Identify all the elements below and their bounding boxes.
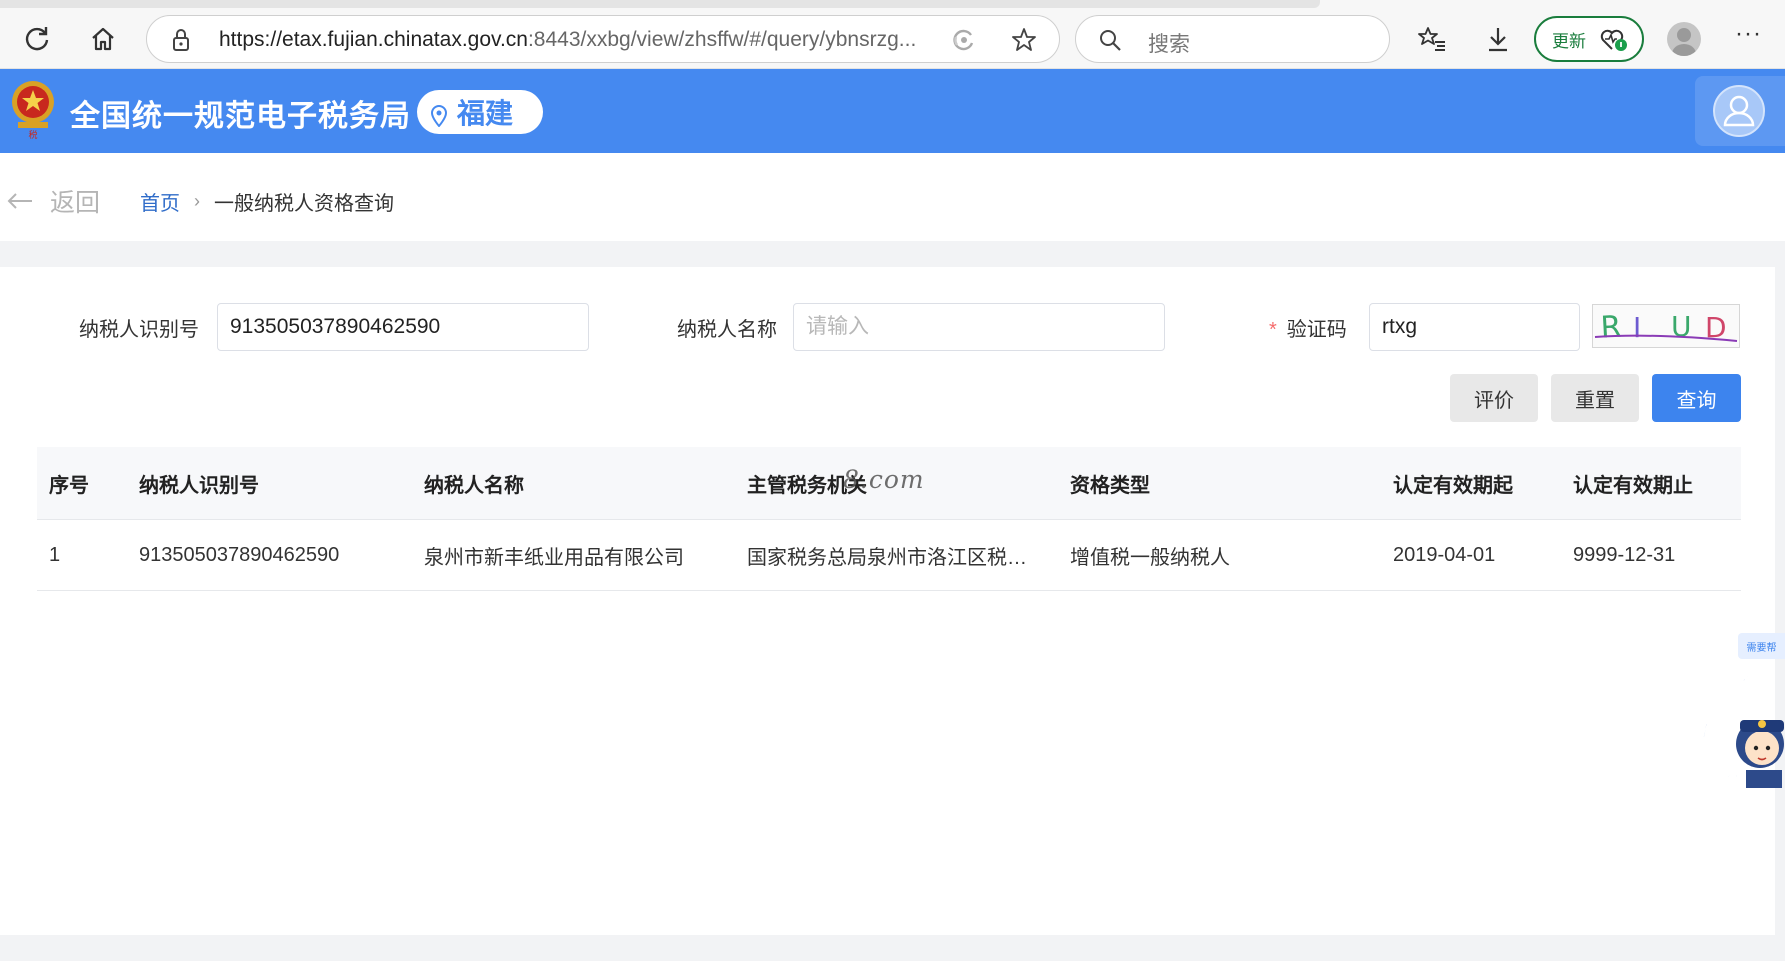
back-label: 返回 [50, 189, 101, 217]
favorite-star-icon[interactable] [1011, 27, 1037, 58]
browser-search-box[interactable]: 搜索 [1075, 15, 1390, 63]
address-bar[interactable]: https://etax.fujian.chinatax.gov.cn:8443… [146, 15, 1060, 63]
user-account-area[interactable] [1695, 76, 1785, 146]
col-header-taxpayer-name: 纳税人名称 [424, 474, 524, 497]
taxpayer-name-label: 纳税人名称 [677, 319, 777, 341]
col-header-qualification-type: 资格类型 [1070, 474, 1150, 497]
browser-toolbar: https://etax.fujian.chinatax.gov.cn:8443… [0, 0, 1785, 69]
taxpayer-id-label: 纳税人识别号 [79, 319, 199, 341]
url-text[interactable]: https://etax.fujian.chinatax.gov.cn:8443… [219, 28, 916, 52]
taxpayer-name-input[interactable]: 请输入 [793, 303, 1165, 351]
captcha-label: 验证码 [1286, 319, 1347, 341]
lock-icon[interactable] [171, 28, 191, 57]
arrow-left-icon [7, 193, 32, 209]
col-header-valid-to: 认定有效期止 [1573, 474, 1693, 497]
region-label: 福建 [457, 98, 514, 129]
tax-interaction-helper[interactable]: 征 纳 互 动 [1698, 664, 1785, 790]
cell-qualification-type: 增值税一般纳税人 [1070, 546, 1230, 569]
evaluate-button[interactable]: 评价 [1450, 374, 1538, 422]
breadcrumb-home-link[interactable]: 首页 [140, 187, 180, 216]
site-title: 全国统一规范电子税务局 [70, 100, 411, 133]
svg-text:I: I [1633, 311, 1641, 344]
cell-valid-to: 9999-12-31 [1573, 543, 1676, 566]
helper-char-dong: 动 [1716, 754, 1740, 782]
region-selector[interactable]: 福建 [417, 90, 543, 134]
health-heart-icon [1600, 28, 1628, 57]
cell-taxpayer-id: 913505037890462590 [139, 543, 340, 566]
page-bottom [0, 935, 1785, 961]
cell-index: 1 [49, 543, 61, 566]
breadcrumb-current: 一般纳税人资格查询 [214, 193, 394, 215]
helper-char-na: 纳 [1702, 686, 1726, 714]
captcha-input[interactable]: rtxg [1369, 303, 1580, 351]
read-aloud-icon[interactable] [951, 27, 977, 58]
breadcrumb-separator: › [194, 191, 200, 211]
taxpayer-id-input[interactable]: 913505037890462590 [217, 303, 589, 351]
favorites-list-icon[interactable] [1414, 21, 1450, 57]
helper-char-hu: 互 [1698, 720, 1722, 748]
site-header: 税 全国统一规范电子税务局 福建 [0, 69, 1785, 153]
svg-text:R: R [1600, 310, 1623, 346]
captcha-image[interactable]: R I U D [1592, 304, 1740, 348]
national-emblem-logo: 税 [8, 78, 58, 141]
help-tag[interactable]: 需要帮 [1738, 633, 1785, 659]
home-icon[interactable] [85, 21, 121, 57]
breadcrumb-bar: 返回 首页 › 一般纳税人资格查询 [0, 153, 1785, 241]
back-button[interactable]: 返回 [6, 183, 100, 219]
browser-update-button[interactable]: 更新 [1534, 16, 1644, 62]
refresh-icon[interactable] [19, 21, 55, 57]
tab-strip [0, 0, 1320, 8]
browser-profile-avatar[interactable] [1667, 22, 1701, 56]
col-header-valid-from: 认定有效期起 [1393, 474, 1513, 497]
table-row[interactable]: 1 913505037890462590 泉州市新丰纸业用品有限公司 国家税务总… [37, 520, 1741, 591]
location-pin-icon [430, 102, 448, 134]
cell-valid-from: 2019-04-01 [1393, 543, 1496, 566]
search-placeholder: 搜索 [1148, 33, 1190, 56]
required-mark: * [1269, 319, 1277, 341]
user-avatar-icon[interactable] [1713, 85, 1765, 137]
search-icon [1098, 28, 1122, 57]
cell-taxpayer-name: 泉州市新丰纸业用品有限公司 [424, 546, 684, 569]
download-icon[interactable] [1480, 21, 1516, 57]
col-header-index: 序号 [49, 474, 89, 497]
watermark-text: 8.com [843, 465, 925, 494]
svg-text:税: 税 [28, 129, 37, 140]
more-options-icon[interactable]: ··· [1735, 20, 1762, 48]
col-header-taxpayer-id: 纳税人识别号 [139, 474, 259, 497]
cell-tax-authority: 国家税务总局泉州市洛江区税… [747, 546, 1027, 569]
reset-button[interactable]: 重置 [1551, 374, 1639, 422]
query-panel: 纳税人识别号 913505037890462590 纳税人名称 请输入 * 验证码… [0, 267, 1775, 935]
helper-char-zheng: 征 [1742, 666, 1766, 694]
query-button[interactable]: 查询 [1652, 374, 1741, 422]
captcha-label-group: * 验证码 [1269, 313, 1347, 342]
update-label: 更新 [1552, 31, 1586, 51]
breadcrumb: 首页 › 一般纳税人资格查询 [140, 187, 394, 216]
